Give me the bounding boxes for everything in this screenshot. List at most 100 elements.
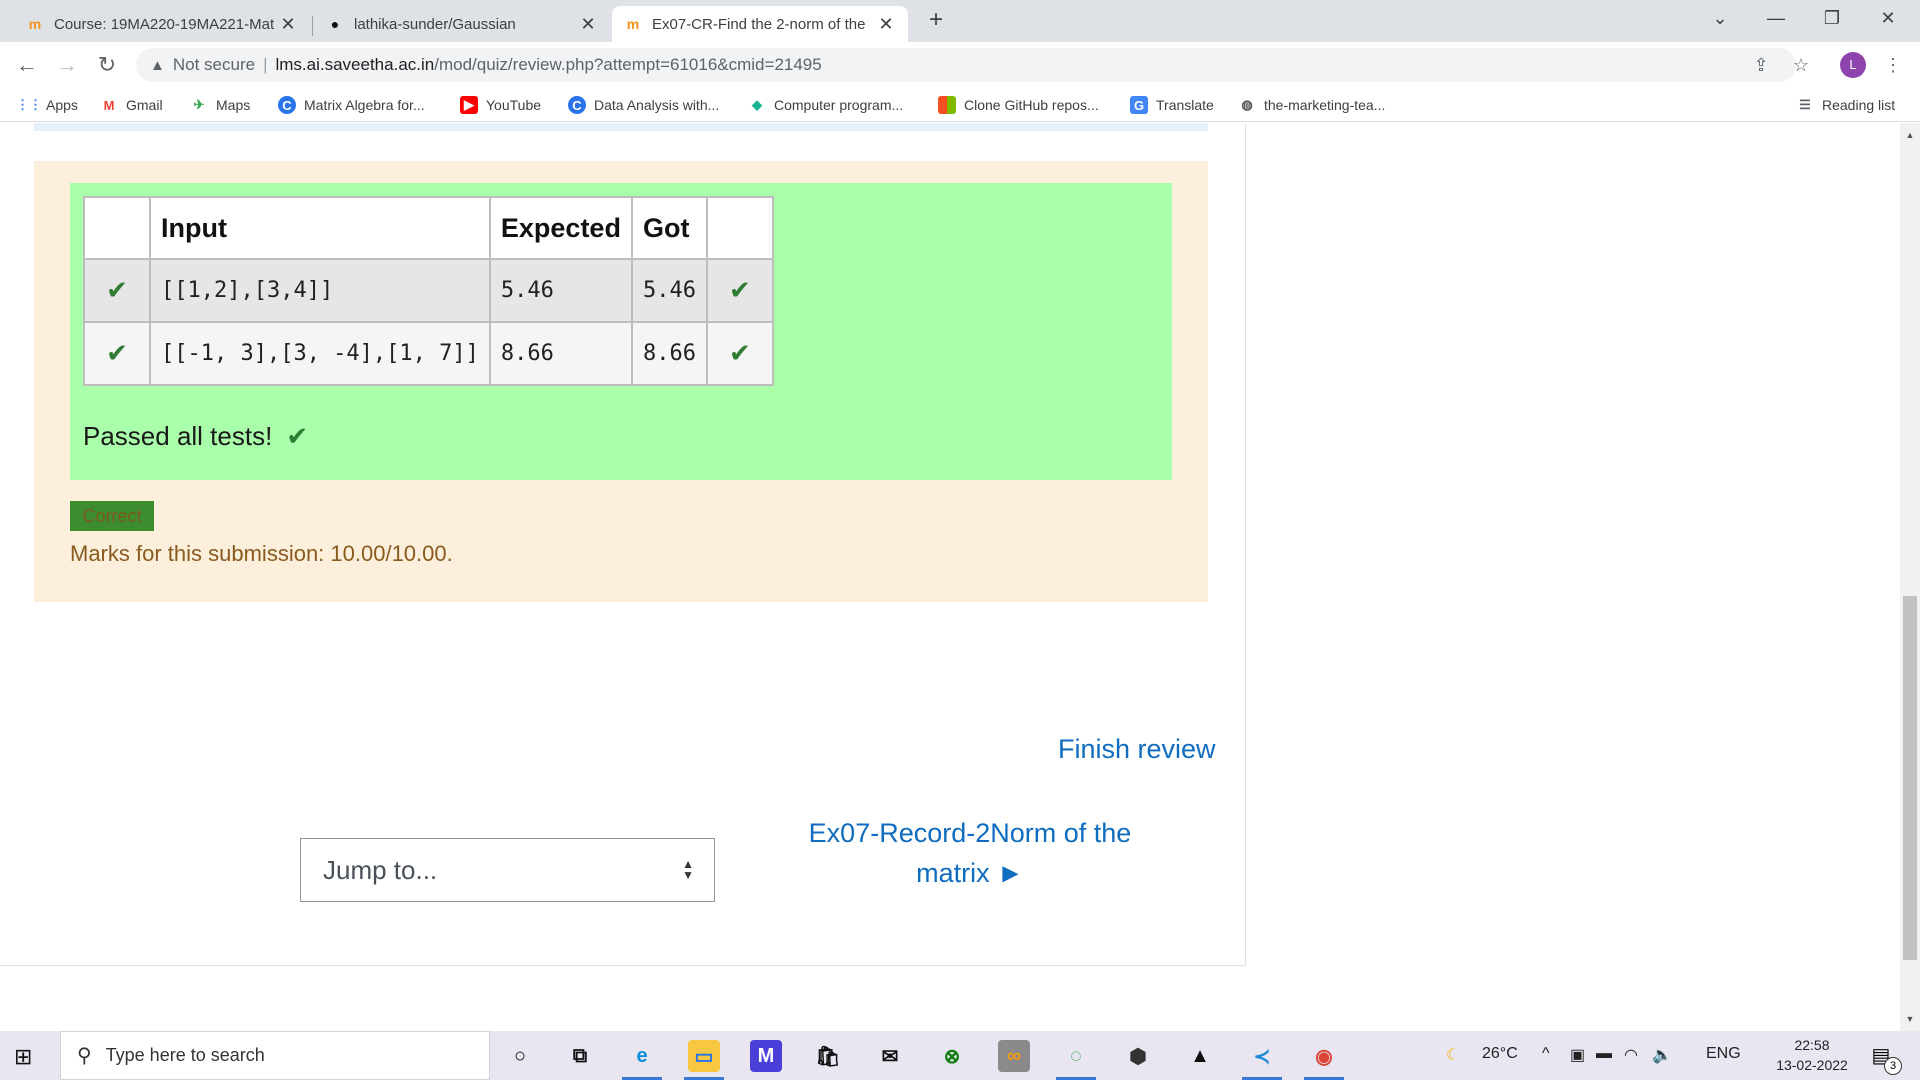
bookmark-clone-github[interactable]: Clone GitHub repos...: [938, 95, 1099, 115]
divider: |: [263, 55, 268, 74]
bookmark-maps[interactable]: ✈ Maps: [190, 95, 251, 115]
windows-start-icon[interactable]: ⊞: [14, 1044, 32, 1070]
minimize-button[interactable]: —: [1748, 0, 1804, 36]
tab-course[interactable]: m Course: 19MA220-19MA221-Mat ✕: [14, 6, 310, 42]
volume-icon[interactable]: 🔈: [1652, 1045, 1672, 1065]
reload-button[interactable]: ↻: [92, 50, 122, 80]
close-icon[interactable]: ✕: [578, 14, 598, 35]
app-ring-icon[interactable]: ◌: [1056, 1040, 1096, 1080]
tray-chevron-icon[interactable]: ^: [1542, 1045, 1550, 1063]
content-border: [1245, 123, 1246, 965]
network-device-icon[interactable]: ▣: [1570, 1045, 1585, 1065]
finish-review-link[interactable]: Finish review: [1058, 734, 1216, 765]
url-path[interactable]: /mod/quiz/review.php?attempt=61016&cmid=…: [434, 55, 821, 75]
close-icon[interactable]: ✕: [876, 14, 896, 35]
bookmark-data-analysis[interactable]: C Data Analysis with...: [568, 95, 719, 115]
bookmark-matrix-algebra[interactable]: C Matrix Algebra for...: [278, 95, 425, 115]
url-host[interactable]: lms.ai.saveetha.ac.in: [275, 55, 434, 75]
bookmark-label: the-marketing-tea...: [1264, 97, 1386, 113]
tab-search-chevron-icon[interactable]: ⌄: [1692, 0, 1748, 36]
bookmark-youtube[interactable]: ▶ YouTube: [460, 95, 541, 115]
weather-icon[interactable]: ☾: [1446, 1045, 1460, 1065]
content-border: [0, 965, 1246, 966]
restore-button[interactable]: ❐: [1804, 0, 1860, 36]
task-view-icon[interactable]: ⧉: [564, 1040, 596, 1072]
notification-icon[interactable]: ▤ 3: [1866, 1043, 1902, 1075]
expected-cell: 8.66: [488, 321, 633, 386]
column-header: Input: [149, 196, 491, 260]
got-cell: 5.46: [630, 258, 708, 323]
correct-badge: Correct: [70, 501, 154, 531]
temperature-label[interactable]: 26°C: [1482, 1045, 1518, 1063]
window-close-button[interactable]: ✕: [1860, 0, 1916, 36]
forward-button[interactable]: →: [52, 50, 82, 80]
github-icon: ●: [330, 16, 340, 32]
warning-icon[interactable]: ▲: [150, 57, 165, 74]
bookmark-marketing-team[interactable]: ◍ the-marketing-tea...: [1238, 95, 1385, 115]
edge-icon[interactable]: e: [622, 1040, 662, 1080]
tab-github[interactable]: ● lathika-sunder/Gaussian ✕: [314, 6, 610, 42]
security-label[interactable]: Not secure: [173, 55, 255, 75]
tab-title: Course: 19MA220-19MA221-Mat: [54, 15, 275, 33]
vscode-icon[interactable]: ≺: [1242, 1040, 1282, 1080]
microsoft-icon: [938, 96, 956, 114]
next-activity-link[interactable]: Ex07-Record-2Norm of the matrix ►: [790, 813, 1150, 893]
mail-icon[interactable]: ✉: [874, 1040, 906, 1072]
reading-list-button[interactable]: ☰ Reading list: [1796, 95, 1895, 115]
next-activity-title[interactable]: Ex07-Record-2Norm of the: [790, 813, 1150, 853]
chrome-icon[interactable]: ◉: [1304, 1040, 1344, 1080]
column-header: Got: [630, 196, 708, 260]
windows-taskbar: ⊞ ⚲ Type here to search ○ ⧉ e ▭ M 🛍 ✉ ⊗ …: [0, 1031, 1920, 1080]
app-icon[interactable]: ∞: [998, 1040, 1030, 1072]
bookmark-star-icon[interactable]: ☆: [1788, 52, 1814, 78]
bookmark-gmail[interactable]: M Gmail: [100, 95, 163, 115]
file-explorer-icon[interactable]: ▭: [684, 1040, 724, 1080]
bookmark-label: Matrix Algebra for...: [304, 97, 425, 113]
scrollbar-thumb[interactable]: [1903, 596, 1917, 960]
bookmark-computer-program[interactable]: ◆ Computer program...: [748, 95, 903, 115]
check-icon: ✔: [83, 321, 151, 386]
jump-to-select[interactable]: Jump to... ▲ ▼: [300, 838, 715, 902]
expected-cell: 5.46: [488, 258, 633, 323]
taskbar-search-box[interactable]: ⚲ Type here to search: [60, 1031, 490, 1080]
tab-quiz-review[interactable]: m Ex07-CR-Find the 2-norm of the ✕: [612, 6, 908, 42]
next-activity-title[interactable]: matrix ►: [790, 853, 1150, 893]
check-icon: ✔: [705, 321, 774, 386]
input-cell: [[-1, 3],[3, -4],[1, 7]]: [149, 321, 491, 386]
address-bar[interactable]: ▲ Not secure | lms.ai.saveetha.ac.in/mod…: [136, 48, 1796, 82]
app-icon[interactable]: ⬢: [1122, 1040, 1154, 1072]
xbox-icon[interactable]: ⊗: [936, 1040, 968, 1072]
scroll-up-arrow-icon[interactable]: ▲: [1902, 130, 1918, 140]
bookmark-label: Computer program...: [774, 97, 904, 113]
c-icon: C: [568, 96, 586, 114]
wifi-icon[interactable]: ◠: [1624, 1045, 1638, 1065]
scroll-down-arrow-icon[interactable]: ▼: [1902, 1014, 1918, 1024]
profile-avatar[interactable]: L: [1840, 52, 1866, 78]
search-placeholder: Type here to search: [105, 1045, 265, 1065]
test-results-table: Input Expected Got ✔ [[1,2],[3,4]] 5.46 …: [83, 196, 774, 386]
system-clock[interactable]: 22:58 13-02-2022: [1762, 1035, 1862, 1075]
menu-kebab-icon[interactable]: ⋮: [1880, 52, 1906, 78]
bookmark-label: Clone GitHub repos...: [964, 97, 1099, 113]
column-header: [705, 196, 774, 260]
test-results-panel: Input Expected Got ✔ [[1,2],[3,4]] 5.46 …: [70, 183, 1172, 480]
app-icon[interactable]: M: [750, 1040, 782, 1072]
photos-icon[interactable]: ▲: [1184, 1040, 1216, 1072]
bookmark-label: Data Analysis with...: [594, 97, 720, 113]
check-icon: ✔: [83, 258, 151, 323]
translate-icon: G: [1130, 96, 1148, 114]
share-icon[interactable]: ⇪: [1748, 52, 1774, 78]
bookmark-apps[interactable]: ⋮⋮ Apps: [16, 95, 78, 115]
check-icon: ✔: [286, 421, 309, 451]
bookmark-translate[interactable]: G Translate: [1130, 95, 1214, 115]
bookmark-label: Gmail: [126, 97, 163, 113]
battery-icon[interactable]: ▬: [1596, 1045, 1612, 1063]
new-tab-button[interactable]: +: [922, 6, 950, 34]
cortana-icon[interactable]: ○: [504, 1040, 536, 1072]
youtube-icon: ▶: [460, 96, 478, 114]
reading-list-icon: ☰: [1799, 97, 1811, 112]
back-button[interactable]: ←: [12, 50, 42, 80]
close-icon[interactable]: ✕: [278, 14, 298, 35]
language-indicator[interactable]: ENG: [1706, 1045, 1741, 1063]
store-icon[interactable]: 🛍: [812, 1040, 844, 1072]
